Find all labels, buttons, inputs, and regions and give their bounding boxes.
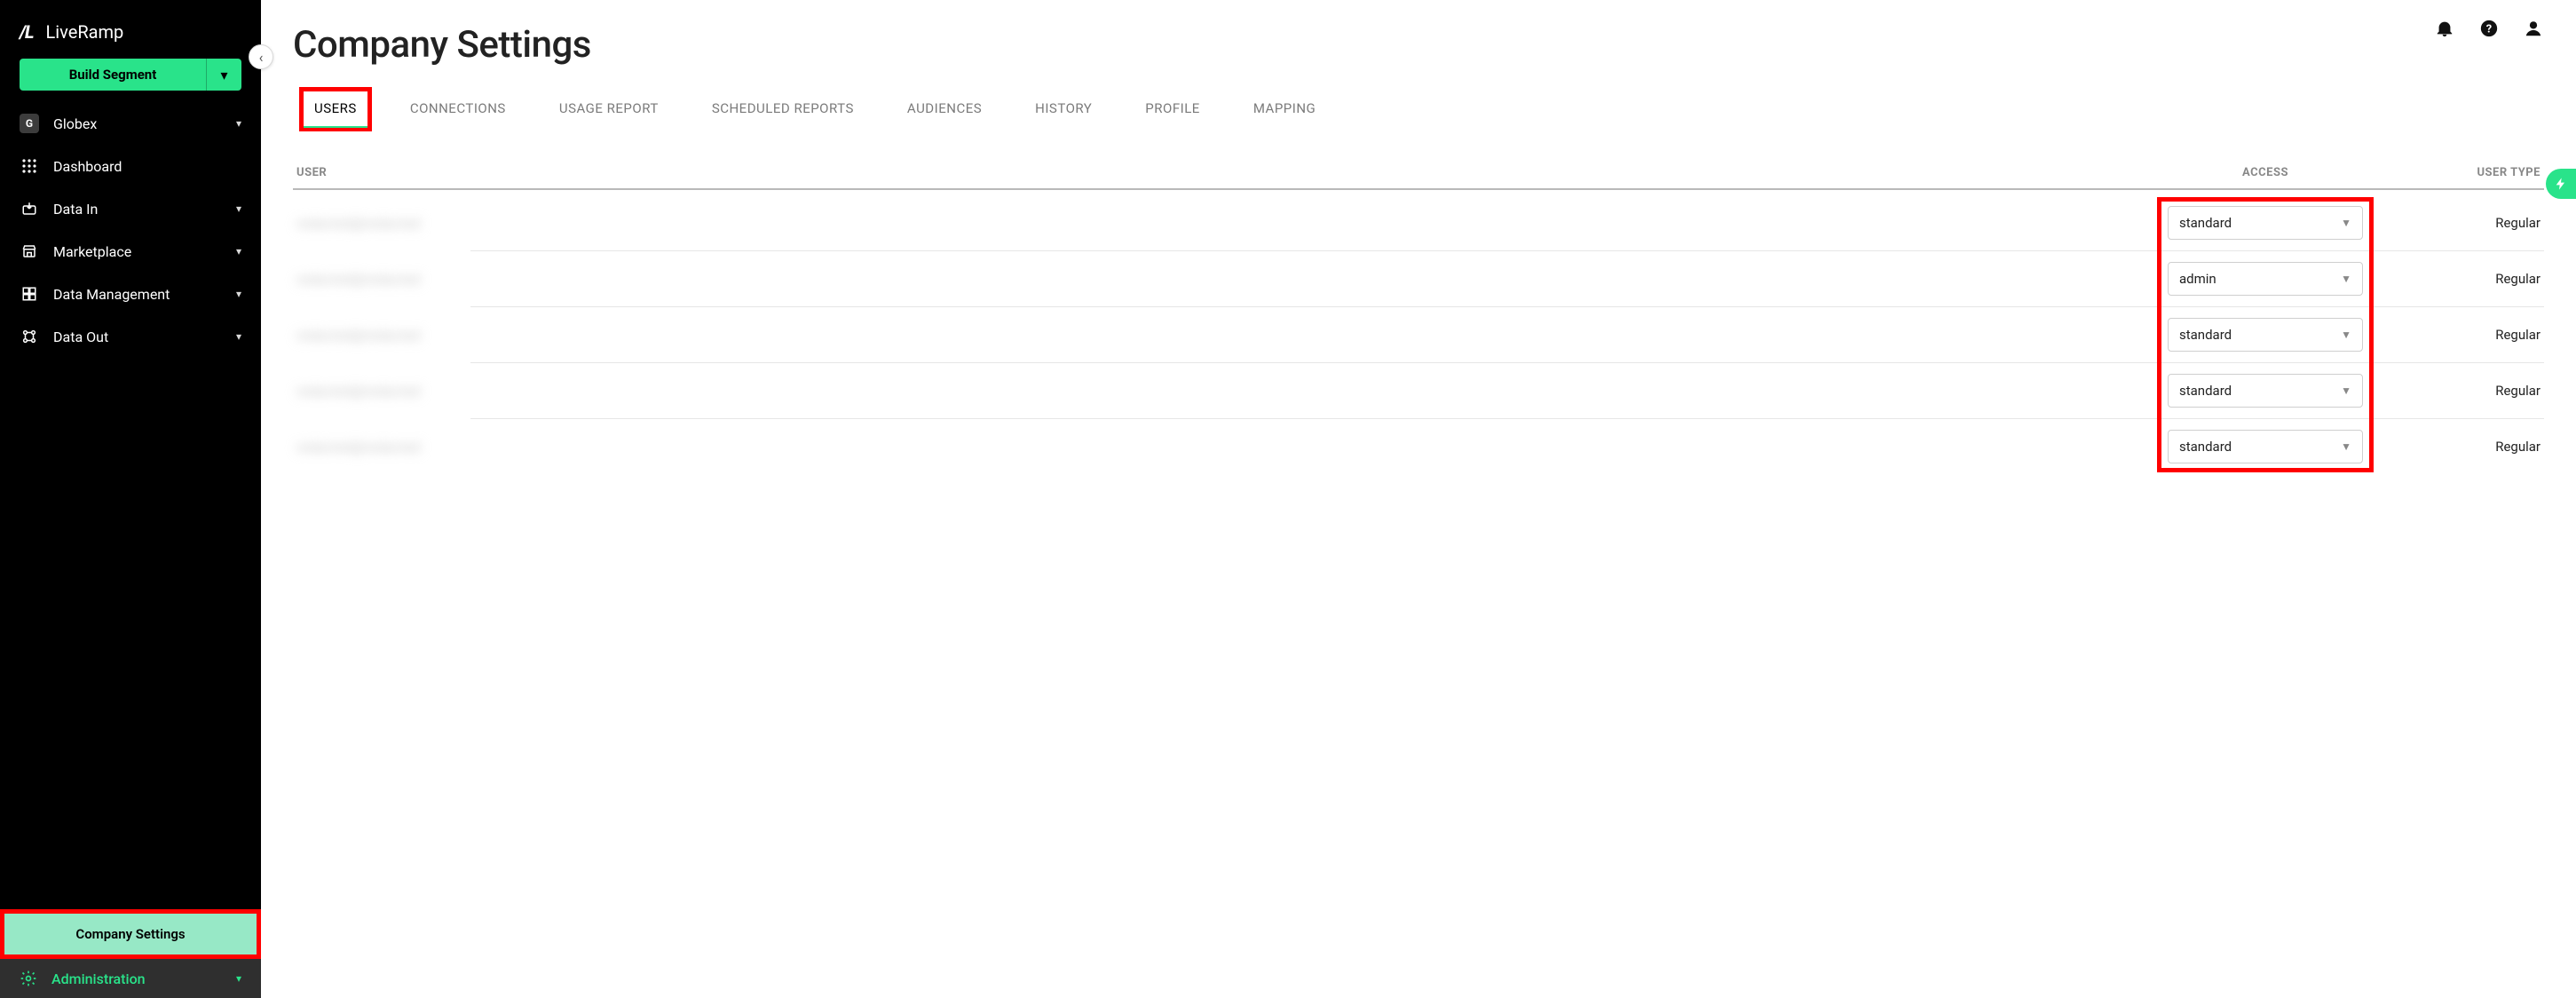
user-cell: redacted@redacted [296, 327, 2132, 344]
tab-users[interactable]: USERS [304, 91, 367, 127]
caret-down-icon: ▼ [2341, 217, 2351, 229]
administration-label: Administration [51, 970, 146, 987]
tabs: USERS CONNECTIONS USAGE REPORT SCHEDULED RE… [293, 91, 2544, 127]
tab-scheduled-reports[interactable]: SCHEDULED REPORTS [701, 91, 865, 127]
layout-icon [20, 284, 39, 304]
bolt-icon [2554, 177, 2568, 191]
org-name: Globex [53, 115, 97, 132]
access-value: admin [2179, 271, 2216, 287]
tab-connections[interactable]: CONNECTIONS [399, 91, 517, 127]
user-cell: redacted@redacted [296, 271, 2132, 288]
build-segment-label[interactable]: Build Segment [20, 59, 206, 91]
user-type-cell: Regular [2398, 271, 2540, 287]
column-header-user-type: USER TYPE [2398, 166, 2540, 179]
gear-icon [20, 970, 37, 987]
access-select[interactable]: standard ▼ [2168, 430, 2363, 463]
caret-down-icon: ▾ [220, 67, 227, 83]
access-select[interactable]: admin ▼ [2168, 262, 2363, 296]
store-icon [20, 242, 39, 261]
tab-audiences[interactable]: AUDIENCES [897, 91, 992, 127]
tab-usage-report[interactable]: USAGE REPORT [549, 91, 669, 127]
inbox-icon [20, 199, 39, 218]
table-row: redacted@redacted standard ▼ Regular [293, 419, 2544, 474]
user-type-cell: Regular [2398, 215, 2540, 231]
brand-name: LiveRamp [46, 21, 124, 43]
column-header-access: ACCESS [2150, 166, 2381, 179]
sidebar-item-label: Marketplace [53, 243, 131, 260]
sidebar-item-dashboard[interactable]: Dashboard [0, 146, 261, 186]
help-icon[interactable]: ? [2478, 18, 2500, 39]
user-cell: redacted@redacted [296, 383, 2132, 400]
tab-profile[interactable]: PROFILE [1134, 91, 1211, 127]
sidebar-item-label: Data Out [53, 329, 108, 345]
table-row: redacted@redacted admin ▼ Regular [293, 251, 2544, 306]
sidebar-item-label: Data In [53, 201, 98, 218]
user-type-cell: Regular [2398, 383, 2540, 399]
access-value: standard [2179, 383, 2232, 399]
table-row: redacted@redacted standard ▼ Regular [293, 307, 2544, 362]
sidebar-item-data-in[interactable]: Data In ▾ [0, 188, 261, 229]
access-select[interactable]: standard ▼ [2168, 318, 2363, 352]
page-title: Company Settings [293, 23, 2544, 67]
table-row: redacted@redacted standard ▼ Regular [293, 363, 2544, 418]
share-icon [20, 327, 39, 346]
tab-mapping[interactable]: MAPPING [1243, 91, 1326, 127]
user-icon[interactable] [2523, 18, 2544, 39]
access-select[interactable]: standard ▼ [2168, 374, 2363, 408]
chevron-down-icon: ▾ [236, 288, 241, 300]
sidebar-item-label: Dashboard [53, 158, 122, 175]
user-cell: redacted@redacted [296, 215, 2132, 232]
access-value: standard [2179, 439, 2232, 455]
sidebar-nav: G Globex ▾ Dashboard Data In ▾ [0, 103, 261, 357]
brand: /L LiveRamp [0, 0, 261, 59]
caret-down-icon: ▼ [2341, 440, 2351, 453]
access-select[interactable]: standard ▼ [2168, 206, 2363, 240]
column-header-user: USER [296, 166, 2132, 179]
user-type-cell: Regular [2398, 327, 2540, 343]
bell-icon[interactable] [2434, 18, 2455, 39]
sidebar-item-org[interactable]: G Globex ▾ [0, 103, 261, 144]
table-divider [293, 188, 2544, 190]
chevron-down-icon: ▾ [236, 245, 241, 257]
table-row: redacted@redacted standard ▼ Regular [293, 195, 2544, 250]
sidebar: /L LiveRamp Build Segment ▾ G Globex ▾ [0, 0, 261, 998]
main-content: ? Company Settings USERS CONNECTIONS USAGE… [261, 0, 2576, 998]
sidebar-item-administration[interactable]: Administration ▾ [0, 959, 261, 998]
sidebar-item-label: Data Management [53, 286, 170, 303]
svg-text:?: ? [2486, 23, 2492, 36]
chevron-down-icon: ▾ [236, 330, 241, 343]
build-segment-dropdown[interactable]: ▾ [206, 59, 241, 91]
brand-logo: /L [20, 21, 34, 43]
access-value: standard [2179, 327, 2232, 343]
chevron-down-icon: ▾ [236, 117, 241, 130]
sidebar-item-data-out[interactable]: Data Out ▾ [0, 316, 261, 357]
quick-action-fab[interactable] [2546, 169, 2576, 199]
org-avatar: G [20, 114, 39, 133]
chevron-down-icon: ▾ [236, 972, 241, 985]
sidebar-item-data-management[interactable]: Data Management ▾ [0, 273, 261, 314]
tab-history[interactable]: HISTORY [1024, 91, 1102, 127]
sidebar-item-company-settings[interactable]: Company Settings [0, 909, 261, 959]
user-type-cell: Regular [2398, 439, 2540, 455]
topbar: ? [2434, 18, 2544, 39]
caret-down-icon: ▼ [2341, 384, 2351, 397]
access-value: standard [2179, 215, 2232, 231]
caret-down-icon: ▼ [2341, 329, 2351, 341]
chevron-down-icon: ▾ [236, 202, 241, 215]
user-cell: redacted@redacted [296, 439, 2132, 455]
table-header: USER ACCESS USER TYPE [293, 166, 2544, 188]
caret-down-icon: ▼ [2341, 273, 2351, 285]
grid-icon [20, 156, 39, 176]
sidebar-item-marketplace[interactable]: Marketplace ▾ [0, 231, 261, 272]
build-segment-button[interactable]: Build Segment ▾ [20, 59, 241, 91]
